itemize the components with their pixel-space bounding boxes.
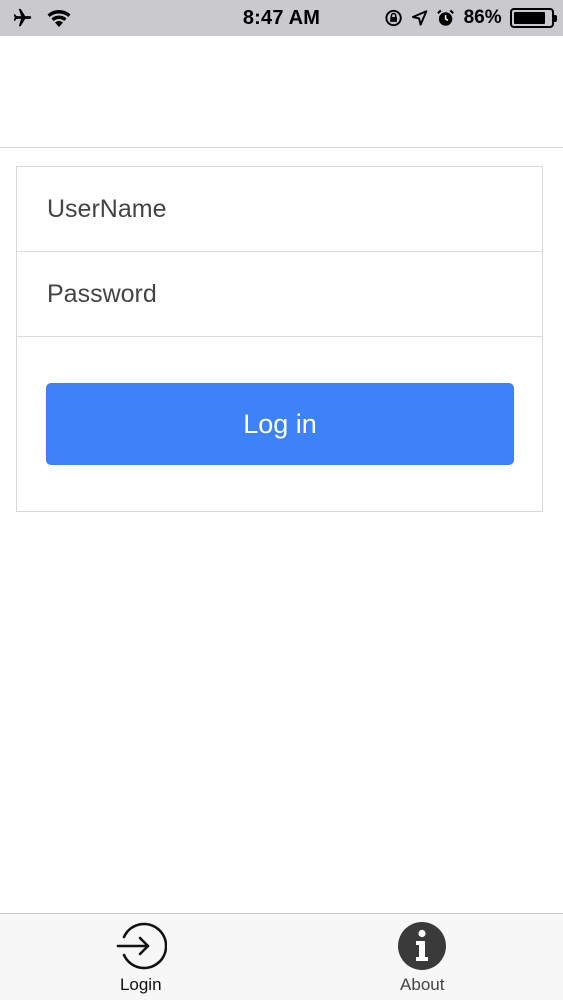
login-icon [116,922,167,970]
status-right: 86% [384,7,558,29]
status-time: 8:47 AM [242,6,321,29]
login-card: Log in [16,166,543,512]
tab-bar: Login About [0,913,563,1000]
status-bar: 8:47 AM 86% [0,0,563,36]
tab-login[interactable]: Login [0,914,282,1000]
battery-fill [513,12,545,24]
battery-percent: 86% [463,7,502,28]
tab-login-label: Login [119,975,162,994]
status-left [9,7,179,29]
password-row [17,252,542,337]
alarm-icon [437,9,455,26]
username-row [17,167,542,252]
location-icon [412,10,428,26]
airplane-icon [13,8,32,27]
nav-header [0,36,563,148]
battery-icon [509,8,558,28]
orientation-lock-icon [385,9,402,27]
login-button[interactable]: Log in [46,383,514,465]
wifi-icon [47,10,71,27]
tab-about-label: About [400,975,445,994]
username-input[interactable] [47,194,507,224]
info-icon [398,922,447,970]
password-input[interactable] [47,279,507,309]
tab-about[interactable]: About [282,914,563,1000]
